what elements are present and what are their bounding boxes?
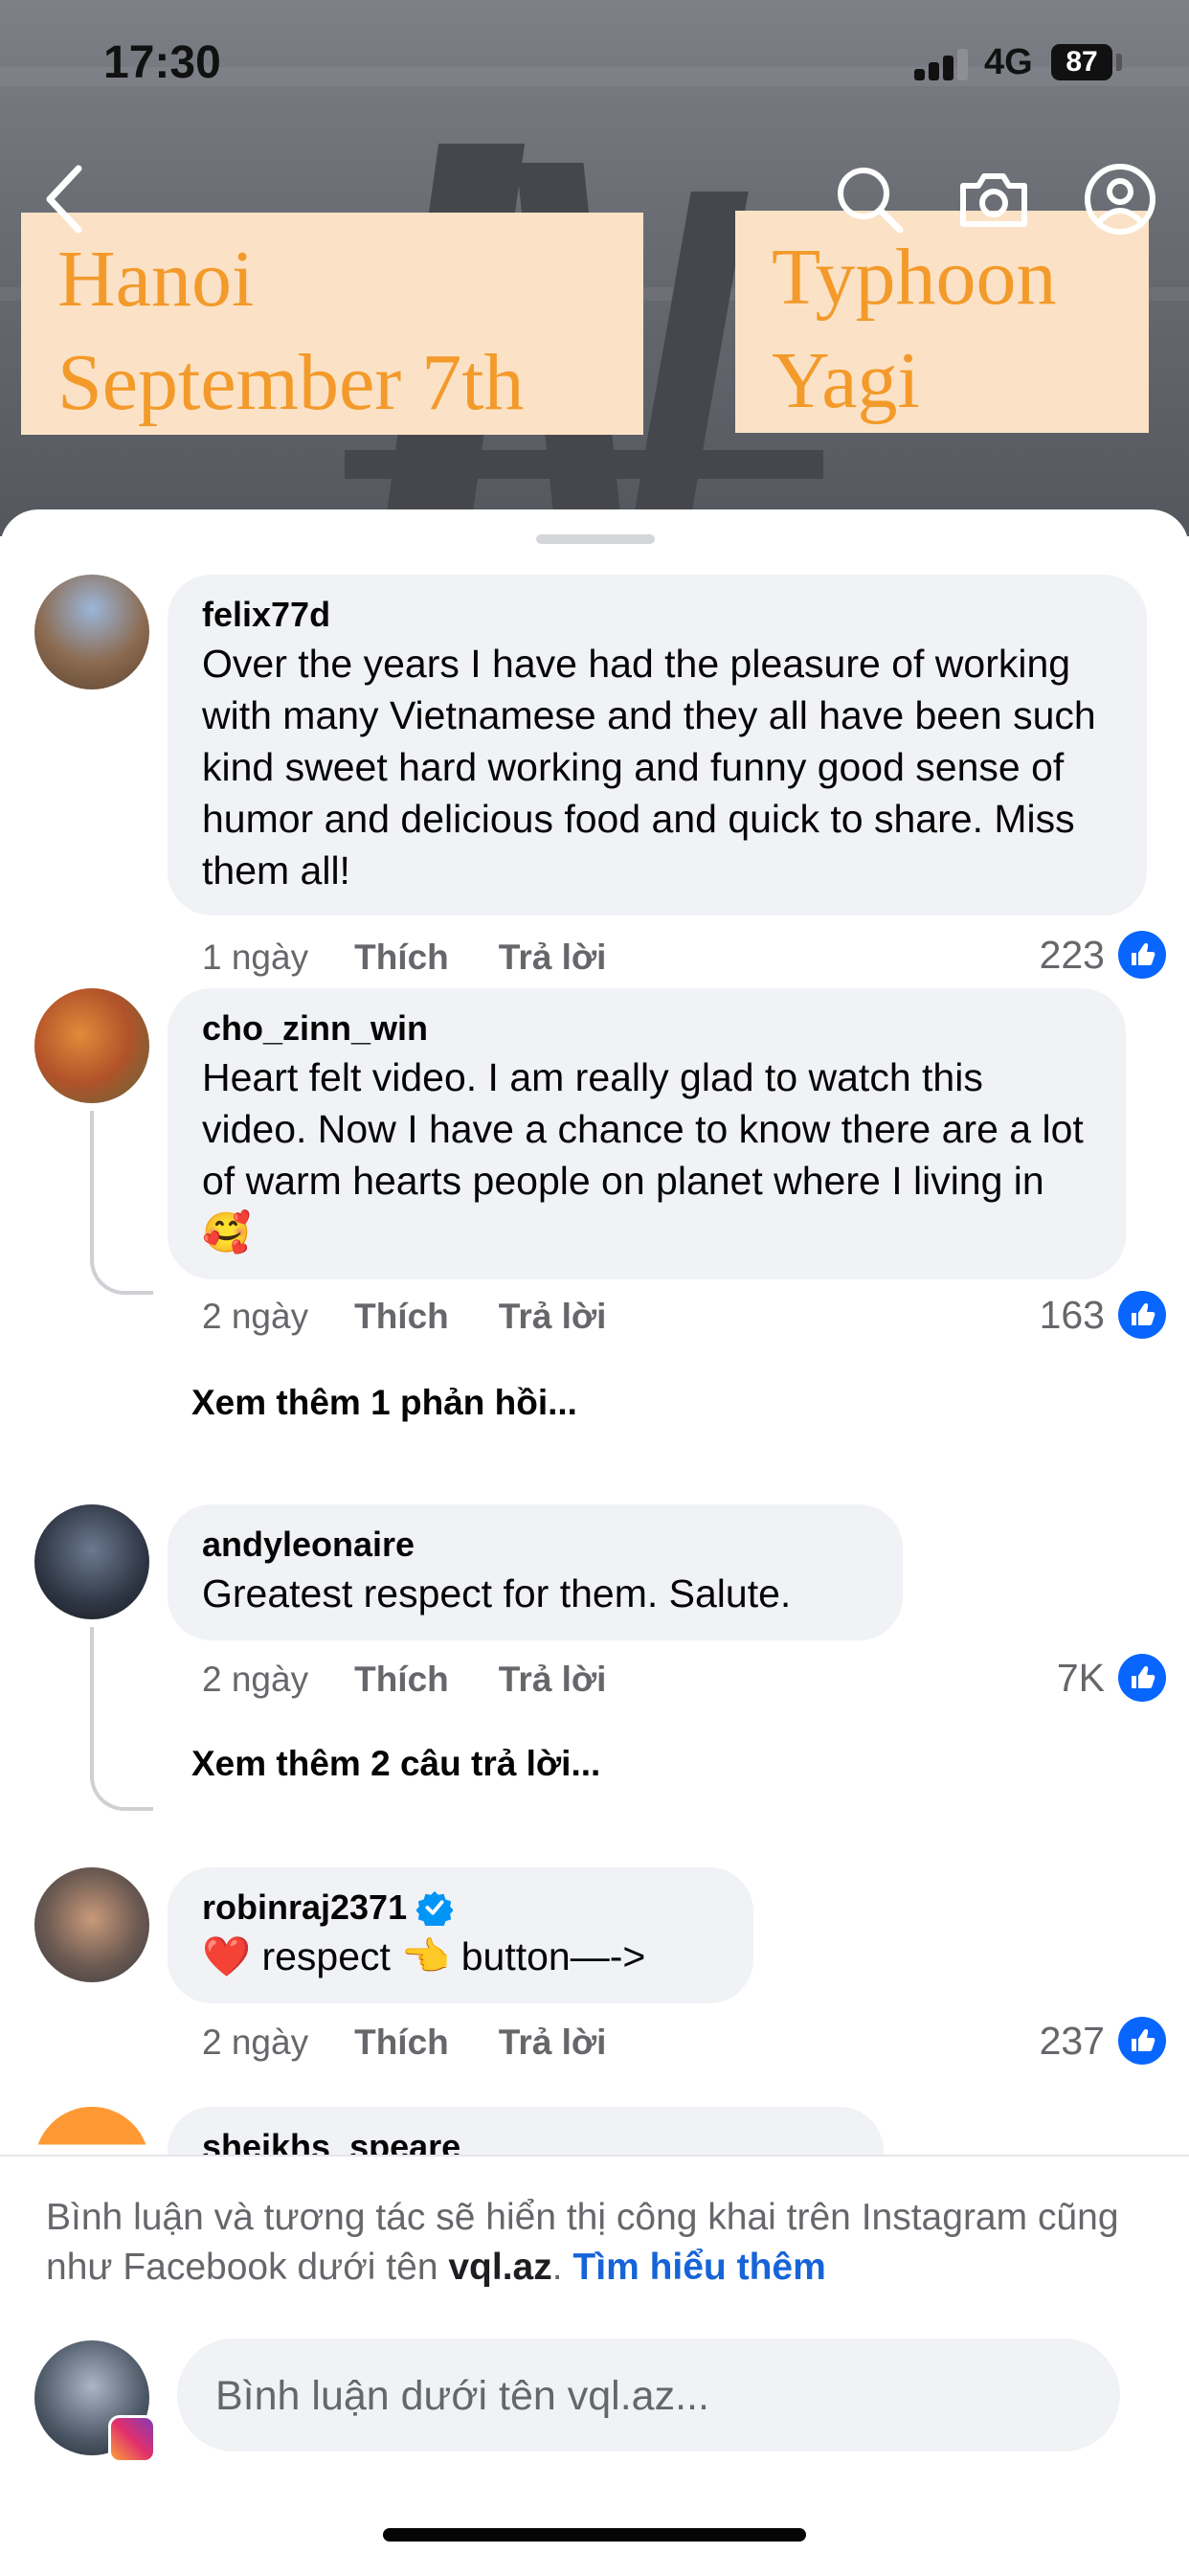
- avatar[interactable]: [34, 1867, 149, 1982]
- comment-bubble[interactable]: robinraj2371 ❤️ respect 👈 button—->: [168, 1867, 753, 2003]
- comment-input[interactable]: [213, 2339, 1079, 2453]
- comment-time: 2 ngày: [202, 1297, 309, 1336]
- network-type: 4G: [984, 42, 1033, 82]
- view-more-replies-button[interactable]: Xem thêm 2 câu trả lời...: [191, 1744, 600, 1784]
- comment-text: Greatest respect for them. Salute.: [202, 1571, 792, 1616]
- comment-bubble[interactable]: andyleonaire Greatest respect for them. …: [168, 1504, 903, 1640]
- search-button[interactable]: [831, 161, 908, 237]
- comment-time: 1 ngày: [202, 938, 309, 977]
- status-bar: 17:30 4G 87: [0, 0, 1189, 129]
- comment-text: Over the years I have had the pleasure o…: [202, 642, 1096, 893]
- comment-time: 2 ngày: [202, 1660, 309, 1699]
- reply-button[interactable]: Trả lời: [499, 1660, 607, 1700]
- like-count[interactable]: 7K: [1057, 1654, 1166, 1702]
- like-button[interactable]: Thích: [354, 1660, 449, 1700]
- profile-icon: [1085, 164, 1155, 235]
- reply-button[interactable]: Trả lời: [499, 938, 607, 978]
- avatar[interactable]: [34, 988, 149, 1103]
- comment-text: ❤️ respect 👈 button—->: [202, 1934, 646, 1978]
- signal-icon: [914, 48, 968, 80]
- comment-composer-footer: Bình luận và tương tác sẽ hiển thị công …: [0, 2155, 1189, 2576]
- comment-bubble[interactable]: cho_zinn_win Heart felt video. I am real…: [168, 988, 1126, 1279]
- battery-tip: [1116, 54, 1122, 71]
- like-button[interactable]: Thích: [354, 1297, 449, 1337]
- view-more-replies-button[interactable]: Xem thêm 1 phản hồi...: [191, 1383, 577, 1423]
- thumbs-up-icon: [1118, 931, 1166, 979]
- like-count-value: 223: [1039, 932, 1105, 977]
- thumbs-up-icon: [1118, 1654, 1166, 1702]
- comment-author[interactable]: cho_zinn_win: [202, 1006, 1091, 1051]
- instagram-icon: [108, 2415, 156, 2463]
- home-indicator[interactable]: [383, 2528, 806, 2542]
- like-count[interactable]: 163: [1040, 1291, 1166, 1339]
- comment-author[interactable]: felix77d: [202, 592, 1112, 638]
- caption-city: Hanoi: [57, 235, 255, 324]
- caption-location: Hanoi September 7th: [21, 213, 643, 435]
- comment-author[interactable]: andyleonaire: [202, 1522, 868, 1568]
- search-icon: [838, 168, 904, 234]
- reply-thread-line: [90, 1111, 153, 1295]
- public-comment-notice: Bình luận và tương tác sẽ hiển thị công …: [46, 2193, 1147, 2293]
- caption-event: Typhoon Yagi: [735, 211, 1149, 433]
- comment-text: Heart felt video. I am really glad to wa…: [202, 1055, 1084, 1254]
- comment-author-name[interactable]: robinraj2371: [202, 1885, 407, 1931]
- reply-button[interactable]: Trả lời: [499, 1297, 607, 1337]
- back-button[interactable]: [29, 161, 105, 237]
- caption-date: September 7th: [57, 338, 525, 427]
- thumbs-up-icon: [1118, 2017, 1166, 2065]
- reply-thread-line: [90, 1627, 153, 1811]
- like-button[interactable]: Thích: [354, 938, 449, 978]
- comment-actions: 2 ngày Thích Trả lời: [202, 1297, 656, 1337]
- caption-event-line1: Typhoon: [772, 233, 1057, 322]
- sheet-drag-handle[interactable]: [536, 534, 655, 544]
- comment-bubble[interactable]: felix77d Over the years I have had the p…: [168, 575, 1147, 915]
- camera-button[interactable]: [955, 161, 1032, 237]
- battery-icon: 87: [1051, 44, 1112, 80]
- battery-level: 87: [1066, 46, 1098, 78]
- comment-actions: 1 ngày Thích Trả lời: [202, 938, 656, 978]
- chevron-left-icon: [46, 165, 82, 234]
- bridge-deck: [345, 450, 823, 479]
- notice-dot: .: [551, 2247, 573, 2288]
- avatar[interactable]: [34, 1504, 149, 1619]
- bridge-tower: [630, 192, 749, 536]
- like-count-value: 237: [1039, 2018, 1105, 2063]
- comment-actions: 2 ngày Thích Trả lời: [202, 1660, 656, 1700]
- comment-time: 2 ngày: [202, 2022, 309, 2062]
- like-count[interactable]: 223: [1040, 931, 1166, 979]
- reply-button[interactable]: Trả lời: [499, 2022, 607, 2063]
- thumbs-up-icon: [1118, 1291, 1166, 1339]
- like-count[interactable]: 237: [1040, 2017, 1166, 2065]
- verified-badge-icon: [416, 1890, 454, 1926]
- learn-more-link[interactable]: Tìm hiểu thêm: [572, 2247, 825, 2288]
- like-button[interactable]: Thích: [354, 2022, 449, 2063]
- comment-author[interactable]: robinraj2371: [202, 1885, 719, 1931]
- comment-actions: 2 ngày Thích Trả lời: [202, 2022, 656, 2063]
- camera-icon: [960, 173, 1027, 227]
- like-count-value: 7K: [1056, 1655, 1105, 1700]
- avatar[interactable]: [34, 575, 149, 689]
- caption-event-line2: Yagi: [772, 336, 920, 425]
- comment-input-container[interactable]: [177, 2339, 1120, 2453]
- like-count-value: 163: [1039, 1292, 1105, 1337]
- profile-button[interactable]: [1082, 161, 1158, 237]
- status-time: 17:30: [103, 37, 221, 88]
- notice-username: vql.az: [448, 2247, 552, 2288]
